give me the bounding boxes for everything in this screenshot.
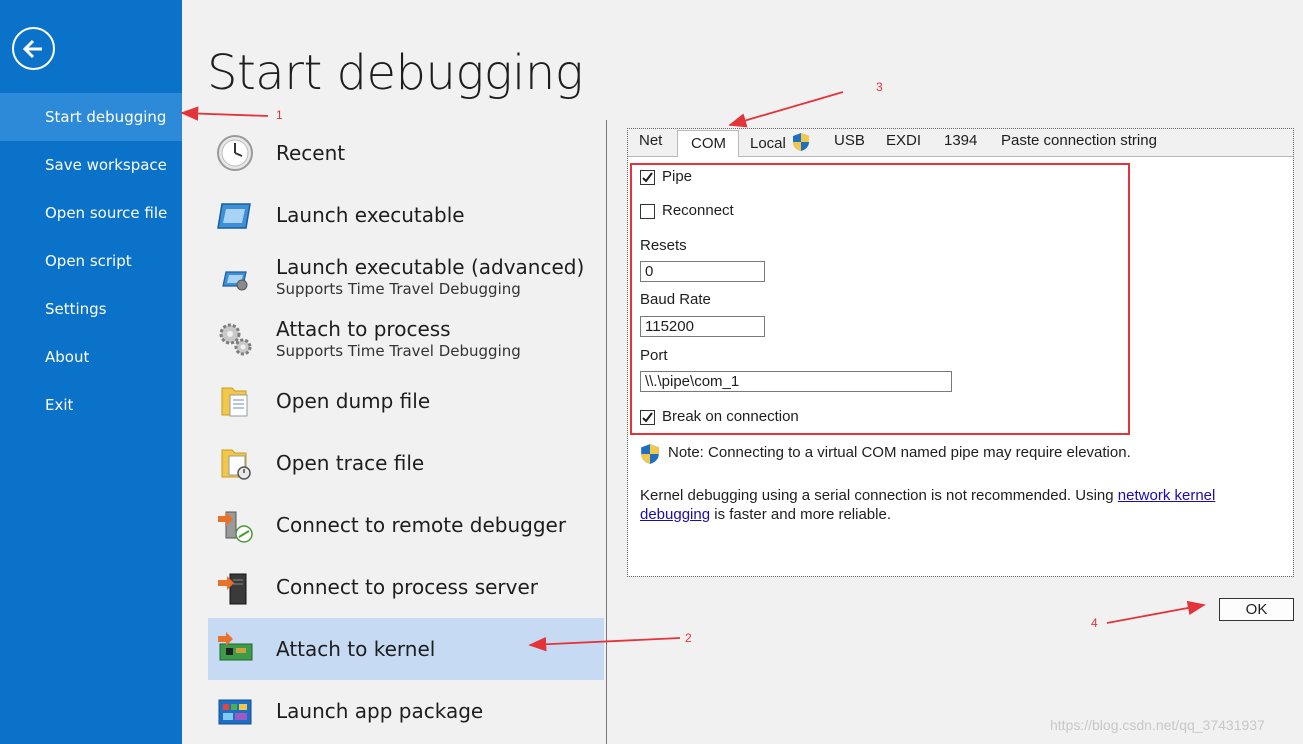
annotation-number-3: 3 xyxy=(876,80,883,94)
annotation-arrow-4 xyxy=(1106,600,1206,624)
watermark: https://blog.csdn.net/qq_37431937 xyxy=(1050,717,1265,733)
annotation-number-2: 2 xyxy=(685,631,692,645)
annotation-arrows xyxy=(180,91,1206,652)
annotation-arrow-3 xyxy=(728,91,844,128)
annotation-number-1: 1 xyxy=(276,108,283,122)
annotation-arrow-1 xyxy=(180,106,269,121)
annotation-arrow-2 xyxy=(528,637,681,652)
annotation-number-4: 4 xyxy=(1091,616,1098,630)
